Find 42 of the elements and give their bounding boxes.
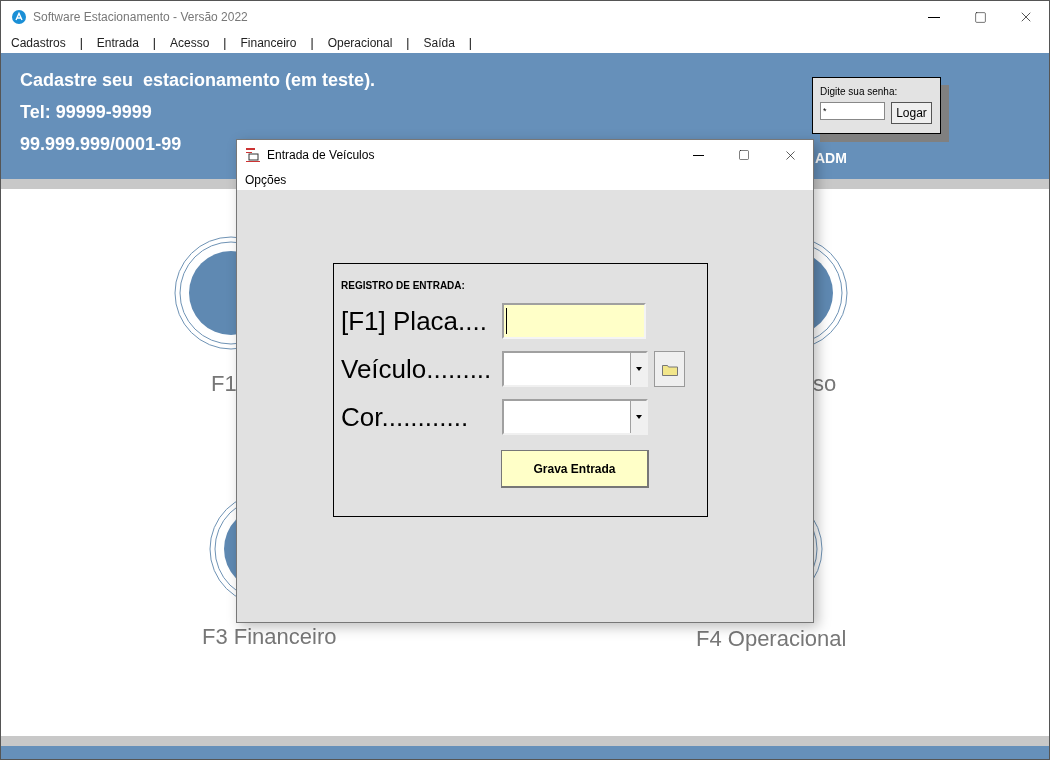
password-field[interactable]: * [820, 102, 885, 120]
menu-separator: | [310, 35, 314, 52]
menu-item[interactable]: Financeiro [240, 34, 297, 52]
save-entry-button[interactable]: Grava Entrada [501, 450, 649, 488]
plate-field[interactable] [502, 303, 646, 339]
field-label: Cor............ [341, 402, 470, 432]
user-label: ADM [815, 149, 847, 168]
form-icon [245, 147, 261, 163]
maximize-icon [973, 10, 987, 24]
dropdown-field[interactable] [502, 399, 648, 435]
window-title: Software Estacionamento - Versão 2022 [33, 9, 248, 26]
tile-label: F1 [211, 370, 237, 398]
header-text: Cadastre seu estacionamento (em teste). [20, 69, 376, 91]
tile-label: F4 Operacional [696, 625, 847, 653]
menu-separator: | [223, 35, 227, 52]
maximize-icon [738, 149, 750, 161]
minimize-icon [692, 154, 704, 156]
tile-label: F3 Financeiro [202, 623, 337, 651]
group-title: REGISTRO DE ENTRADA: [341, 279, 466, 293]
app-logo-icon [12, 10, 26, 24]
folder-icon [661, 362, 678, 376]
field-label: Veículo......... [341, 354, 493, 384]
tile-label: so [813, 370, 837, 398]
dialog-title: Entrada de Veículos [267, 147, 375, 164]
minimize-icon [928, 16, 940, 18]
menu-item[interactable]: Operacional [327, 34, 393, 52]
menu-item[interactable]: Acesso [170, 34, 210, 52]
login-button[interactable]: Logar [891, 102, 932, 124]
menu-separator: | [468, 35, 472, 52]
dropdown-field[interactable] [502, 351, 648, 387]
field-label: [F1] Placa.... [341, 306, 488, 336]
menu-item[interactable]: Cadastros [11, 34, 66, 52]
browse-button[interactable] [654, 351, 685, 387]
menu-item[interactable]: Entrada [96, 34, 139, 52]
menu-separator: | [79, 35, 83, 52]
menu-item[interactable]: Saída [423, 34, 455, 52]
header-text: Tel: 99999-9999 [20, 101, 152, 123]
password-label: Digite sua senha: [820, 85, 899, 99]
menu-item[interactable]: Opções [245, 171, 287, 189]
menu-separator: | [406, 35, 410, 52]
header-text: 99.999.999/0001-99 [20, 133, 182, 155]
menu-separator: | [152, 35, 156, 52]
